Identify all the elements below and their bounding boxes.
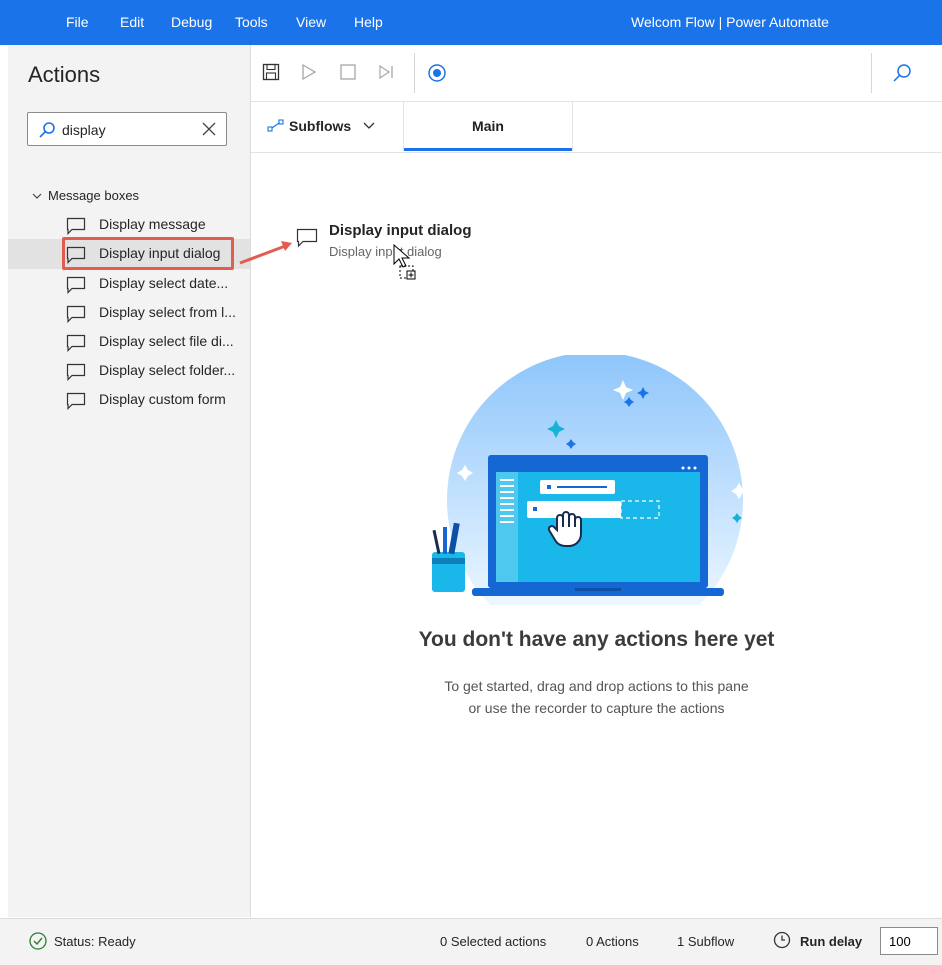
title-bar: File Edit Debug Tools View Help Welcom F… (0, 0, 942, 45)
message-icon (66, 305, 86, 326)
action-label: Display custom form (99, 391, 226, 407)
clear-search-icon[interactable] (202, 122, 216, 141)
menu-file[interactable]: File (66, 14, 89, 30)
step-icon[interactable] (378, 63, 396, 86)
tab-main[interactable]: Main (403, 101, 573, 151)
drag-preview-title: Display input dialog (329, 222, 472, 239)
actions-count: 0 Actions (586, 934, 639, 949)
record-icon[interactable] (427, 63, 447, 88)
search-icon[interactable] (892, 63, 912, 88)
play-icon[interactable] (301, 63, 317, 86)
action-label: Display select folder... (99, 362, 236, 378)
toolbar (251, 45, 942, 102)
empty-state-line-1: To get started, drag and drop actions to… (444, 678, 749, 694)
menu-edit[interactable]: Edit (120, 14, 144, 30)
actions-search-box[interactable] (27, 112, 227, 146)
message-icon (66, 217, 86, 238)
group-label: Message boxes (48, 188, 140, 203)
message-icon (296, 228, 318, 253)
drag-arrow-icon (239, 241, 292, 265)
action-display-select-file-dialog[interactable]: Display select file di... (8, 327, 250, 357)
toolbar-separator (414, 53, 415, 93)
message-icon (66, 276, 86, 297)
action-label: Display select from l... (99, 304, 236, 320)
tabs-bar: Subflows Main (251, 101, 942, 153)
action-display-select-date[interactable]: Display select date... (8, 269, 250, 299)
action-label: Display select date... (99, 275, 229, 291)
stop-icon[interactable] (339, 63, 357, 86)
message-icon (66, 392, 86, 413)
action-display-select-from-list[interactable]: Display select from l... (8, 298, 250, 328)
active-tab-indicator (404, 148, 572, 151)
status-bar: Status: Ready 0 Selected actions 0 Actio… (0, 918, 942, 965)
menu-debug[interactable]: Debug (171, 14, 212, 30)
group-message-boxes[interactable]: Message boxes (32, 188, 139, 203)
subflows-label: Subflows (289, 118, 352, 134)
drag-preview-subtitle: Display input dialog (329, 244, 442, 259)
menu-view[interactable]: View (296, 14, 326, 30)
empty-state-illustration (432, 355, 747, 605)
search-icon (38, 121, 56, 144)
selection-highlight-box (62, 237, 234, 270)
menu-help[interactable]: Help (354, 14, 383, 30)
actions-pane: Actions Message boxes Display message Di… (8, 45, 251, 917)
selected-actions-count: 0 Selected actions (440, 934, 547, 949)
run-delay-label: Run delay (800, 934, 863, 949)
action-display-custom-form[interactable]: Display custom form (8, 385, 250, 415)
status-ok-icon (29, 932, 47, 953)
drag-cursor-icon (393, 244, 416, 280)
actions-search-input[interactable] (62, 120, 192, 140)
subflow-count: 1 Subflow (677, 934, 735, 949)
actions-title: Actions (28, 62, 101, 87)
message-icon (66, 334, 86, 355)
menu-tools[interactable]: Tools (235, 14, 268, 30)
save-icon[interactable] (262, 63, 280, 86)
tab-main-label: Main (472, 118, 504, 134)
empty-state-title: You don't have any actions here yet (418, 628, 775, 651)
toolbar-separator (871, 53, 872, 93)
action-label: Display select file di... (99, 333, 234, 349)
subflows-dropdown[interactable]: Subflows (267, 117, 375, 136)
run-delay-input[interactable] (880, 927, 938, 955)
action-display-select-folder[interactable]: Display select folder... (8, 356, 250, 386)
subflows-icon (267, 119, 285, 136)
chevron-down-icon (363, 117, 375, 133)
empty-state-line-2: or use the recorder to capture the actio… (468, 700, 725, 716)
action-label: Display message (99, 216, 206, 232)
action-display-message[interactable]: Display message (8, 210, 250, 240)
clock-icon (773, 931, 791, 952)
chevron-down-icon (32, 188, 42, 203)
window-title: Welcom Flow | Power Automate (631, 14, 829, 30)
message-icon (66, 363, 86, 384)
status-text: Status: Ready (54, 934, 136, 949)
